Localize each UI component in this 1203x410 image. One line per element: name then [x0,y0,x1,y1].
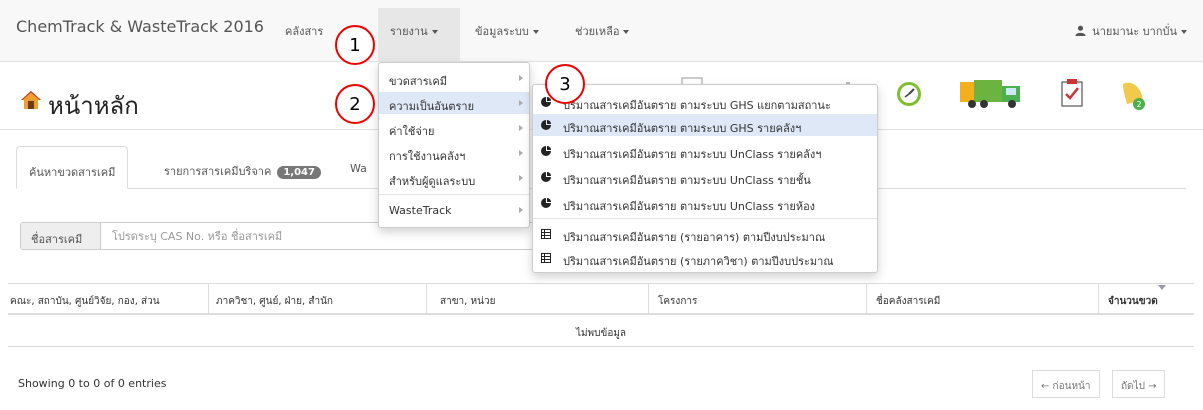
caret-down-icon [532,30,539,34]
table-header: คณะ, สถาบัน, ศูนย์วิจัย, กอง, ส่วน ภาควิ… [8,283,1194,315]
tab-donated-chemicals[interactable]: รายการสารเคมีบริจาค 1,047 [152,146,333,189]
caret-down-icon [623,30,630,34]
submenu-item-label: ปริมาณสารเคมีอันตราย (รายภาควิชา) ตามปีง… [563,255,834,268]
menu-item-wastetrack[interactable]: WasteTrack [379,199,529,221]
column-header-project[interactable]: โครงการ [658,294,697,309]
brand-title[interactable]: ChemTrack & WasteTrack 2016 [16,17,264,36]
column-divider [1098,284,1099,314]
menu-item-store-usage[interactable]: การใช้งานคลังฯ [379,142,529,164]
step-callout-2: 2 [335,84,375,124]
entries-info: Showing 0 to 0 of 0 entries [18,377,167,390]
step-callout-3: 3 [545,64,585,104]
menu-item-chemical-bottles[interactable]: ขวดสารเคมี [379,67,529,89]
tab-wastetrack[interactable]: Wa [338,146,379,189]
submenu-item-unclass-by-floor[interactable]: ปริมาณสารเคมีอันตราย ตามระบบ UnClass ราย… [533,166,877,188]
chevron-right-icon [519,207,523,213]
nav-menu-help[interactable]: ช่วยเหลือ [575,22,630,40]
submenu-item-label: ปริมาณสารเคมีอันตราย ตามระบบ UnClass ราย… [563,200,816,213]
table-empty-row: ไม่พบข้อมูล [8,315,1194,347]
svg-text:2: 2 [1136,100,1141,109]
column-header-division[interactable]: สาขา, หน่วย [440,294,495,309]
submenu-item-by-department-fiscal[interactable]: ปริมาณสารเคมีอันตราย (รายภาควิชา) ตามปีง… [533,247,877,269]
truck-icon[interactable] [958,76,1024,110]
sort-desc-icon [1158,285,1166,290]
column-header-bottle-count[interactable]: จำนวนขวด [1108,294,1158,309]
menu-item-expenses[interactable]: ค่าใช้จ่าย [379,117,529,139]
nav-menu-system-data[interactable]: ข้อมูลระบบ [475,22,539,40]
user-icon [1075,25,1086,36]
chevron-right-icon [519,150,523,156]
submenu-item-unclass-by-room[interactable]: ปริมาณสารเคมีอันตราย ตามระบบ UnClass ราย… [533,192,877,214]
tab-donated-label: รายการสารเคมีบริจาค [164,165,272,178]
timer-icon[interactable] [894,76,924,110]
submenu-item-label: ปริมาณสารเคมีอันตราย (รายอาคาร) ตามปีงบป… [563,231,826,244]
checklist-icon[interactable] [1060,76,1084,110]
table-icon [541,253,551,263]
donated-count-badge: 1,047 [277,166,321,179]
home-icon [21,91,41,109]
pie-chart-icon [541,97,551,107]
menu-item-admin[interactable]: สำหรับผู้ดูแลระบบ [379,167,529,189]
submenu-item-label: ปริมาณสารเคมีอันตราย ตามระบบ UnClass ราย… [563,148,822,161]
search-label: ชื่อสารเคมี [21,223,101,249]
column-divider [426,284,427,314]
nav-menu-chemical-store[interactable]: คลังสาร [285,22,323,40]
column-header-department[interactable]: ภาควิชา, ศูนย์, ฝ่าย, สำนัก [216,294,333,309]
table-icon [541,229,551,239]
submenu-item-unclass-by-store[interactable]: ปริมาณสารเคมีอันตราย ตามระบบ UnClass ราย… [533,140,877,162]
column-divider [648,284,649,314]
user-name: นายมานะ บากบั่น [1092,25,1177,38]
step-callout-1: 1 [335,25,375,65]
reports-dropdown-menu: ขวดสารเคมี ความเป็นอันตราย ค่าใช้จ่าย กา… [378,62,530,228]
user-menu[interactable]: นายมานะ บากบั่น [1075,22,1187,40]
nav-reports-label: รายงาน [390,25,428,38]
submenu-item-ghs-by-store[interactable]: ปริมาณสารเคมีอันตราย ตามระบบ GHS รายคลัง… [533,114,877,136]
menu-divider [533,218,877,219]
column-divider [866,284,867,314]
menu-item-label: ความเป็นอันตราย [389,100,475,113]
submenu-item-label: ปริมาณสารเคมีอันตราย ตามระบบ UnClass ราย… [563,174,811,187]
menu-item-label: ขวดสารเคมี [389,75,448,88]
hazard-submenu: ปริมาณสารเคมีอันตราย ตามระบบ GHS แยกตามส… [532,84,878,273]
prev-page-button[interactable]: ← ก่อนหน้า [1032,370,1100,398]
submenu-item-label: ปริมาณสารเคมีอันตราย ตามระบบ GHS แยกตามส… [563,99,831,112]
chevron-right-icon [519,100,523,106]
chevron-right-icon [519,75,523,81]
pie-chart-icon [541,172,551,182]
next-page-button[interactable]: ถัดไป → [1112,370,1166,398]
nav-menu-reports[interactable]: รายงาน [390,22,438,40]
pie-chart-icon [541,120,551,130]
pie-chart-icon [541,146,551,156]
column-divider [208,284,209,314]
submenu-item-label: ปริมาณสารเคมีอันตราย ตามระบบ GHS รายคลัง… [563,122,802,135]
navbar: ChemTrack & WasteTrack 2016 คลังสาร รายง… [0,0,1203,62]
page-title: หน้าหลัก [48,92,139,120]
column-header-faculty[interactable]: คณะ, สถาบัน, ศูนย์วิจัย, กอง, ส่วน [10,294,160,309]
submenu-item-by-building-fiscal[interactable]: ปริมาณสารเคมีอันตราย (รายอาคาร) ตามปีงบป… [533,223,877,245]
column-header-store-name[interactable]: ชื่อคลังสารเคมี [876,294,940,309]
submenu-item-ghs-by-state[interactable]: ปริมาณสารเคมีอันตราย ตามระบบ GHS แยกตามส… [533,91,877,113]
menu-item-label: การใช้งานคลังฯ [389,150,466,163]
caret-down-icon [1181,30,1187,34]
caret-down-icon [431,30,438,34]
menu-item-label: WasteTrack [389,204,452,217]
menu-divider [379,194,529,195]
chevron-right-icon [519,175,523,181]
pie-chart-icon [541,198,551,208]
menu-item-label: สำหรับผู้ดูแลระบบ [389,175,476,188]
bell-icon[interactable]: 2 [1117,76,1149,112]
tab-search-chemical[interactable]: ค้นหาขวดสารเคมี [16,146,129,189]
menu-item-label: ค่าใช้จ่าย [389,125,435,138]
chevron-right-icon [519,125,523,131]
nav-help-label: ช่วยเหลือ [575,25,620,38]
menu-item-hazard[interactable]: ความเป็นอันตราย [379,92,529,114]
nav-system-data-label: ข้อมูลระบบ [475,25,529,38]
